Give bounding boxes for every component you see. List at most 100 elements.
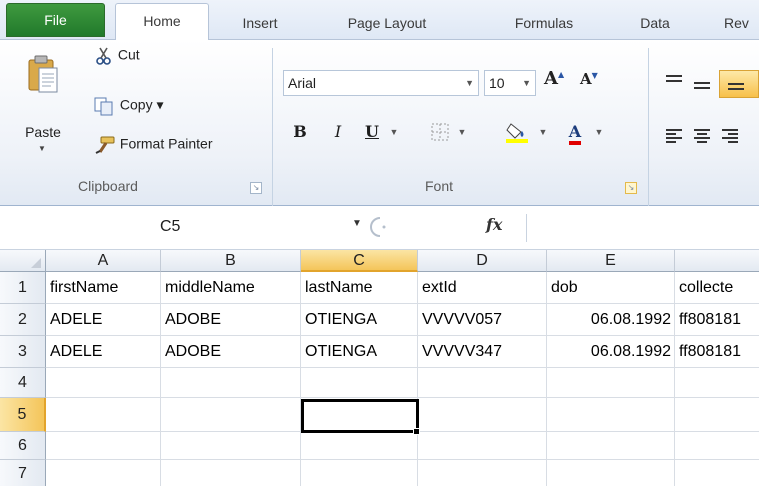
chevron-down-icon[interactable]: ▼ [465,71,474,95]
cell-c4[interactable] [301,368,418,398]
row-header-4[interactable]: 4 [0,368,46,398]
cell-d4[interactable] [418,368,547,398]
clipboard-dialog-launcher-icon[interactable]: ↘ [250,182,262,194]
row-header-3[interactable]: 3 [0,336,46,368]
formula-input[interactable] [526,214,759,242]
cell-e7[interactable] [547,460,675,486]
chevron-down-icon[interactable]: ▼ [386,118,402,146]
cell-f3[interactable]: ff808181 [675,336,759,368]
cut-button[interactable]: Cut [94,46,140,68]
cell-b5[interactable] [161,398,301,432]
cell-a5[interactable] [46,398,161,432]
italic-button[interactable]: I [326,118,350,146]
align-middle-icon [694,82,710,89]
insert-function-button[interactable]: fx [486,215,502,234]
cell-a7[interactable] [46,460,161,486]
tab-review[interactable]: Rev [724,9,759,40]
bold-button[interactable]: B [288,118,312,146]
cell-a2[interactable]: ADELE [46,304,161,336]
format-painter-button[interactable]: Format Painter [94,135,212,157]
copy-button[interactable]: Copy ▾ [94,96,164,118]
row-header-6[interactable]: 6 [0,432,46,460]
fill-color-button[interactable] [500,118,536,146]
chevron-down-icon[interactable]: ▼ [352,218,362,229]
column-header-c[interactable]: C [301,250,418,272]
tab-file[interactable]: File [6,3,105,37]
middle-align-button[interactable] [692,78,712,95]
cell-f1[interactable]: collecte [675,272,759,304]
column-header-d[interactable]: D [418,250,547,272]
cell-e1[interactable]: dob [547,272,675,304]
row-header-2[interactable]: 2 [0,304,46,336]
cell-f6[interactable] [675,432,759,460]
row-header-7[interactable]: 7 [0,460,46,486]
cell-b2[interactable]: ADOBE [161,304,301,336]
cell-c7[interactable] [301,460,418,486]
name-box[interactable]: C5 [0,212,350,242]
tab-home[interactable]: Home [115,3,209,41]
column-header-e[interactable]: E [547,250,675,272]
cell-e4[interactable] [547,368,675,398]
column-header-f[interactable] [675,250,759,272]
cell-c2[interactable]: OTIENGA [301,304,418,336]
tab-formulas[interactable]: Formulas [496,9,592,40]
cell-c1[interactable]: lastName [301,272,418,304]
font-dialog-launcher-icon[interactable]: ↘ [625,182,637,194]
top-align-button[interactable] [664,74,684,91]
cell-d2[interactable]: VVVVV057 [418,304,547,336]
cell-a3[interactable]: ADELE [46,336,161,368]
column-header-b[interactable]: B [161,250,301,272]
bottom-align-button[interactable] [719,70,759,98]
paste-button[interactable]: Paste ▼ [18,48,68,158]
resize-handle-icon[interactable] [370,216,392,238]
cell-c5[interactable] [301,398,418,432]
cell-e5[interactable] [547,398,675,432]
cell-d7[interactable] [418,460,547,486]
underline-button[interactable]: U [360,118,384,146]
align-left-button[interactable] [664,128,684,147]
cell-c3[interactable]: OTIENGA [301,336,418,368]
row-header-1[interactable]: 1 [0,272,46,304]
select-all-button[interactable] [0,250,46,272]
column-header-a[interactable]: A [46,250,161,272]
cell-a6[interactable] [46,432,161,460]
cell-c6[interactable] [301,432,418,460]
cell-b1[interactable]: middleName [161,272,301,304]
chevron-down-icon[interactable]: ▼ [536,118,550,146]
grow-font-button[interactable]: A▲ [544,68,564,96]
paste-dropdown-icon[interactable]: ▼ [38,144,46,153]
row-header-5[interactable]: 5 [0,398,46,432]
cell-e6[interactable] [547,432,675,460]
tab-page-layout[interactable]: Page Layout [328,9,446,40]
cell-d5[interactable] [418,398,547,432]
cell-d6[interactable] [418,432,547,460]
cell-d3[interactable]: VVVVV347 [418,336,547,368]
cell-f5[interactable] [675,398,759,432]
cell-b7[interactable] [161,460,301,486]
cell-e2[interactable]: 06.08.1992 [547,304,675,336]
borders-button[interactable] [428,118,452,146]
fill-handle[interactable] [413,428,420,435]
chevron-down-icon[interactable]: ▼ [454,118,470,146]
tab-insert[interactable]: Insert [225,9,295,40]
cell-b6[interactable] [161,432,301,460]
cell-e3[interactable]: 06.08.1992 [547,336,675,368]
tab-data[interactable]: Data [627,9,683,40]
cell-f2[interactable]: ff808181 [675,304,759,336]
font-size-combo[interactable]: 10 ▼ [484,70,536,96]
cell-b4[interactable] [161,368,301,398]
shrink-font-button[interactable]: A▼ [580,70,598,98]
font-name-combo[interactable]: Arial ▼ [283,70,479,96]
align-center-button[interactable] [692,128,712,147]
cell-f7[interactable] [675,460,759,486]
chevron-down-icon[interactable]: ▼ [592,118,606,146]
cell-d1[interactable]: extId [418,272,547,304]
borders-icon [431,123,449,141]
cell-b3[interactable]: ADOBE [161,336,301,368]
chevron-down-icon[interactable]: ▼ [522,71,531,95]
cell-a1[interactable]: firstName [46,272,161,304]
cell-a4[interactable] [46,368,161,398]
align-right-button[interactable] [720,128,740,147]
font-color-button[interactable]: A [560,118,590,146]
cell-f4[interactable] [675,368,759,398]
